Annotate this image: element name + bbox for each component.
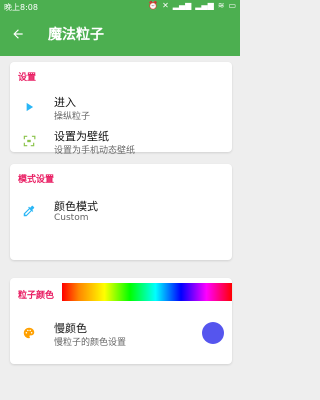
app-bar: 晚上8:08 ⏰ ✕ ▂▄▆ ▂▄▆ ≋ ▭ 魔法粒子	[0, 0, 240, 56]
status-bar: 晚上8:08 ⏰ ✕ ▂▄▆ ▂▄▆ ≋ ▭	[0, 0, 240, 14]
signal-icon: ▂▄▆	[195, 1, 214, 10]
wifi-icon: ≋	[217, 1, 225, 10]
slow-color-label: 慢颜色	[54, 322, 87, 335]
set-wallpaper-sub: 设置为手机动态壁纸	[54, 146, 136, 156]
status-icons: ⏰ ✕ ▂▄▆ ▂▄▆ ≋ ▭	[148, 1, 236, 11]
battery-icon: ▭	[228, 1, 236, 10]
slow-color-sub: 慢粒子的颜色设置	[54, 338, 127, 348]
color-mode-label: 颜色模式	[54, 200, 98, 213]
palette-icon	[20, 324, 38, 342]
signal-icon: ▂▄▆	[172, 1, 192, 10]
eyedropper-icon	[20, 202, 38, 220]
slow-color-row[interactable]: 慢颜色 慢粒子的颜色设置	[10, 314, 232, 352]
play-icon	[20, 98, 38, 116]
enter-row[interactable]: 进入 操纵粒子	[10, 88, 232, 126]
enter-sub: 操纵粒子	[54, 112, 91, 122]
enter-label: 进入	[54, 96, 76, 109]
particle-color-card: 粒子颜色 慢颜色 慢粒子的颜色设置	[10, 278, 232, 364]
page-title: 魔法粒子	[48, 27, 104, 43]
back-arrow-icon	[13, 29, 23, 39]
color-mode-row[interactable]: 颜色模式 Custom	[10, 192, 232, 230]
wallpaper-icon	[20, 132, 38, 150]
section-title-settings: 设置	[18, 73, 37, 83]
settings-card: 设置 进入 操纵粒子 设置为壁纸 设置为手机动态壁纸	[10, 62, 232, 156]
back-button[interactable]	[6, 22, 30, 46]
mode-card: 模式设置 颜色模式 Custom	[10, 164, 232, 260]
toolbar: 魔法粒子	[0, 14, 240, 56]
section-title-mode: 模式设置	[18, 175, 55, 185]
color-mode-sub: Custom	[54, 213, 89, 223]
color-gradient-bar[interactable]	[62, 283, 232, 301]
section-title-particle-color: 粒子颜色	[18, 291, 55, 301]
mute-icon: ✕	[162, 1, 169, 10]
set-wallpaper-label: 设置为壁纸	[54, 130, 109, 143]
slow-color-swatch[interactable]	[202, 322, 224, 344]
set-wallpaper-row[interactable]: 设置为壁纸 设置为手机动态壁纸	[10, 122, 232, 160]
status-time: 晚上8:08	[4, 3, 38, 12]
alarm-icon: ⏰	[148, 1, 159, 10]
